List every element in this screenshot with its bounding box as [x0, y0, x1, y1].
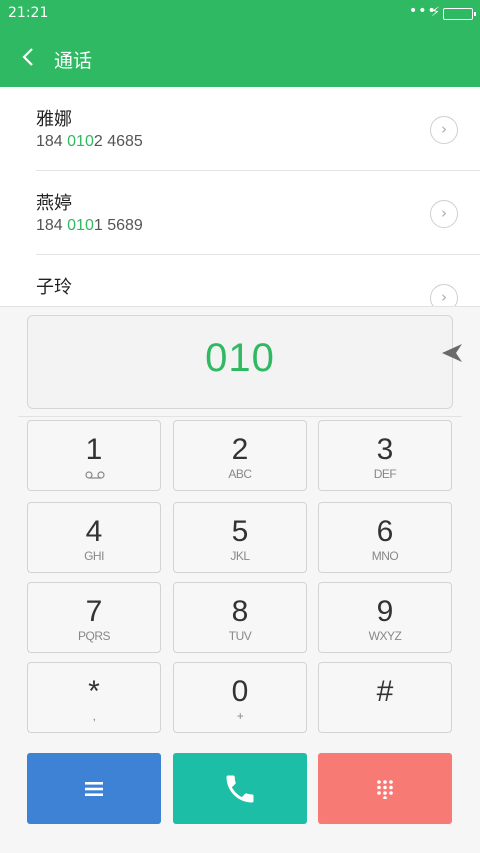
dialpad-toggle-button[interactable] — [318, 753, 452, 824]
contact-detail-icon[interactable]: › — [430, 284, 458, 306]
key-1[interactable]: 1 — [27, 420, 161, 491]
key-digit: 5 — [231, 515, 249, 548]
back-button[interactable] — [14, 42, 42, 72]
status-bar: 21:21 ••• ⚡ — [0, 0, 480, 28]
key-6[interactable]: 6 MNO — [318, 502, 452, 573]
backspace-icon — [442, 344, 462, 362]
key-digit: 2 — [231, 433, 249, 466]
key-2[interactable]: 2 ABC — [173, 420, 307, 491]
dial-display: 010 — [27, 315, 462, 409]
key-3[interactable]: 3 DEF — [318, 420, 452, 491]
key-digit: 8 — [231, 595, 249, 628]
key-letters: MNO — [371, 549, 399, 563]
key-letters: JKL — [230, 549, 250, 563]
key-0[interactable]: 0 + — [173, 662, 307, 733]
number-suffix: 1 5689 — [93, 217, 143, 234]
key-digit: 9 — [376, 595, 394, 628]
key-letters: WXYZ — [368, 629, 402, 643]
dialpad-icon — [377, 779, 393, 799]
key-digit: # — [376, 675, 394, 708]
key-letters: DEF — [373, 467, 397, 481]
key-digit: 7 — [85, 595, 103, 628]
key-4[interactable]: 4 GHI — [27, 502, 161, 573]
key-letters: , — [92, 709, 96, 723]
key-letters: GHI — [84, 549, 104, 563]
page-title: 通话 — [54, 50, 93, 72]
key-digit: 0 — [231, 675, 249, 708]
menu-icon — [85, 781, 103, 796]
battery-icon — [443, 8, 476, 20]
contact-number: 184 0102 4685 — [36, 133, 143, 151]
key-5[interactable]: 5 JKL — [173, 502, 307, 573]
dialer-panel: 010 1 2 ABC 3 DEF 4 GHI 5 JKL 6 MNO 7 PQ… — [0, 306, 480, 853]
number-match: 010 — [67, 217, 94, 234]
number-suffix: 2 4685 — [93, 133, 143, 150]
key-8[interactable]: 8 TUV — [173, 582, 307, 653]
dialed-number: 010 — [205, 336, 275, 380]
chevron-left-icon — [22, 48, 33, 66]
key-digit: 1 — [85, 433, 103, 466]
contact-detail-icon[interactable]: › — [430, 200, 458, 228]
phone-icon — [226, 775, 254, 802]
key-letters: TUV — [228, 629, 252, 643]
backspace-button[interactable] — [440, 341, 464, 365]
menu-button[interactable] — [27, 753, 161, 824]
key-letters: ABC — [228, 467, 252, 481]
key-7[interactable]: 7 PQRS — [27, 582, 161, 653]
key-star[interactable]: * , — [27, 662, 161, 733]
divider — [18, 416, 462, 417]
contact-item[interactable]: 燕婷 184 0101 5689 › — [0, 171, 480, 255]
number-match: 010 — [67, 133, 94, 150]
contact-number: 184 0101 5689 — [36, 217, 143, 235]
contact-results-list[interactable]: 雅娜 184 0102 4685 › 燕婷 184 0101 5689 › 子玲… — [0, 87, 480, 306]
key-letters: + — [236, 709, 244, 723]
contact-item[interactable]: 子玲 › — [0, 255, 480, 306]
voicemail-icon — [85, 471, 105, 479]
contact-name: 雅娜 — [36, 109, 72, 130]
status-time: 21:21 — [8, 5, 49, 21]
key-9[interactable]: 9 WXYZ — [318, 582, 452, 653]
header-bar: 21:21 ••• ⚡ 通话 — [0, 0, 480, 87]
contact-name: 子玲 — [36, 277, 72, 298]
call-button[interactable] — [173, 753, 307, 824]
key-hash[interactable]: # — [318, 662, 452, 733]
charging-icon: ⚡ — [431, 5, 441, 20]
key-letters: PQRS — [77, 629, 111, 643]
contact-item[interactable]: 雅娜 184 0102 4685 › — [0, 87, 480, 171]
key-digit: 3 — [376, 433, 394, 466]
number-prefix: 184 — [36, 133, 68, 150]
contact-detail-icon[interactable]: › — [430, 116, 458, 144]
key-digit: * — [88, 675, 100, 708]
key-digit: 6 — [376, 515, 394, 548]
number-prefix: 184 — [36, 217, 68, 234]
contact-name: 燕婷 — [36, 193, 72, 214]
key-digit: 4 — [85, 515, 103, 548]
